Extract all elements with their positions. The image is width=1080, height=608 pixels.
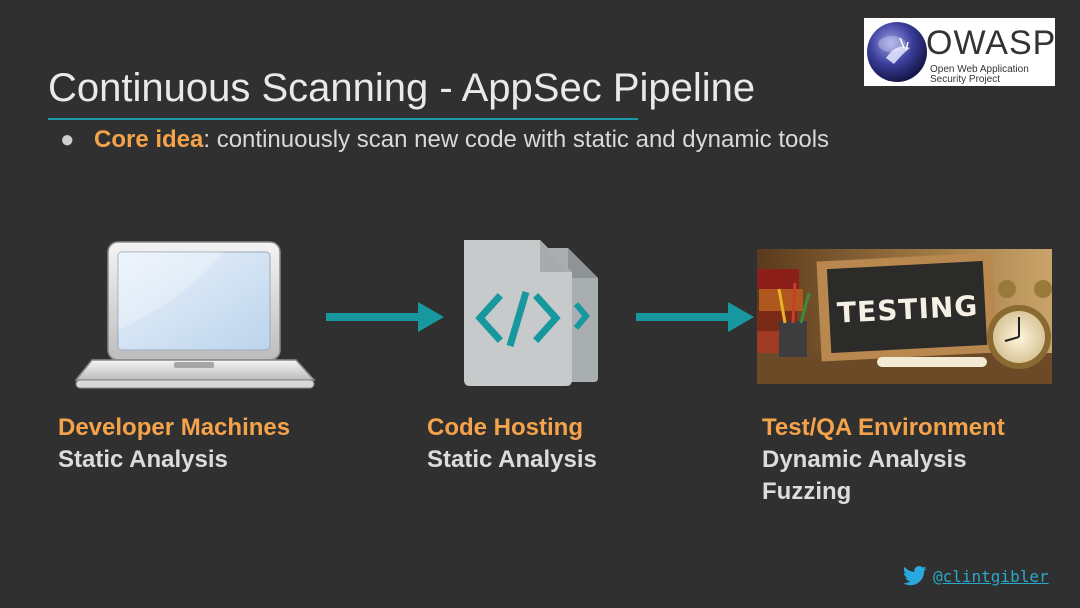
core-idea-bullet: ● Core idea: continuously scan new code w… [60,126,829,154]
twitter-credit: @clintgibler [903,566,1049,586]
title-underline [48,118,638,120]
owasp-logo: OWASP Open Web Application Security Proj… [864,18,1055,86]
stage-code-hosting: Code Hosting Static Analysis [427,412,597,476]
stage-developer-machines: Developer Machines Static Analysis [58,412,290,476]
core-idea-text: : continuously scan new code with static… [203,126,830,153]
owasp-wordmark: OWASP [926,24,1057,62]
stage-detail: Dynamic Analysis [762,446,967,473]
core-idea-label: Core idea [94,126,204,153]
laptop-icon [74,241,316,389]
twitter-handle-link[interactable]: @clintgibler [933,567,1049,586]
stage-title: Code Hosting [427,414,583,441]
arrow-right-icon [326,302,444,332]
arrow-right-icon [636,302,754,332]
twitter-bird-icon [903,566,927,586]
code-file-icon [464,240,598,386]
stage-title: Developer Machines [58,414,291,441]
bullet-marker: ● [60,126,75,153]
stage-detail: Static Analysis [58,446,228,473]
stage-detail: Fuzzing [762,478,852,505]
stage-detail: Static Analysis [427,446,597,473]
testing-chalkboard-image: TESTING [757,249,1052,384]
slide-title: Continuous Scanning - AppSec Pipeline [48,66,756,110]
stage-test-qa-environment: Test/QA Environment Dynamic Analysis Fuz… [762,412,1005,508]
stage-title: Test/QA Environment [762,414,1005,441]
owasp-wasp-emblem-icon [867,22,927,82]
owasp-tagline-line-2: Security Project [930,74,1001,85]
